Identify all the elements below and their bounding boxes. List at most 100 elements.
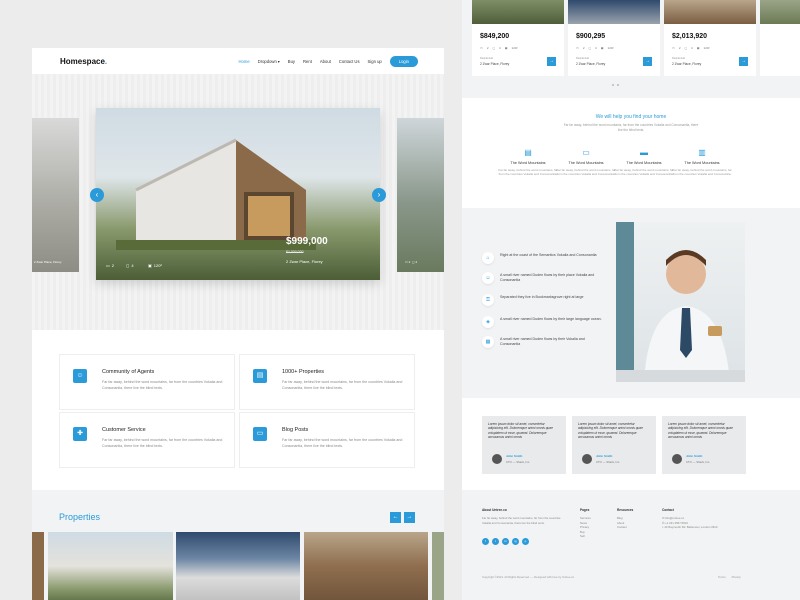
nav-buy[interactable]: Buy [288,59,295,64]
listing-card[interactable]: $900,295 ▭ 2 ◻ 4 ▣ 120² Residential 2 Zwar Pl… [568,0,660,76]
footer-contact-title: Contact [662,508,674,512]
agent-feature: ☺ A small river named Duden flows by the… [482,272,602,284]
footer-about-title: About Untree.co [482,508,507,512]
twitter-icon[interactable]: t [492,538,499,545]
featured-baths: ◻ 4 [126,263,134,268]
listing-card-partial[interactable] [760,0,800,76]
carousel-dot[interactable] [617,84,619,86]
nav-about[interactable]: About [320,59,331,64]
copyright-text: Copyright ©2021. All Rights Reserved. — … [482,575,575,579]
contact-phone: +1 231 4567 8919 [665,520,688,525]
login-button[interactable]: Login [389,55,418,67]
nav-dropdown[interactable]: Dropdown▾ [258,59,280,64]
service-title: 1000+ Properties [282,369,325,375]
listing-address: 2 Zwar Place, Florey [576,62,606,66]
service-title: Customer Service [102,427,146,433]
help-feature: ▭ The Word Mountains Far far away, behin… [556,148,616,176]
service-card: ▤ 1000+ Properties Far far away, behind … [239,354,415,410]
help-section: We will help you find your home Far far … [462,98,800,208]
property-thumb[interactable] [432,532,444,600]
footer-contact-address: ⌖ 43 Raymouth Rd. Baltemoer, London 3910 [662,525,742,530]
terms-link[interactable]: Terms [718,575,726,579]
service-text: Far far away, behind the word mountains,… [102,438,223,448]
slide-next[interactable]: ▭ 2 ◻ 4 [397,118,444,272]
listing-features: ▭ 2 ◻ 4 ▣ 120² [480,46,518,50]
baths-value: 4 [691,46,693,50]
nav-rent[interactable]: Rent [303,59,312,64]
area-icon: ▣ [504,46,508,50]
agent-feature-text: Separated they live in Bookmarksgrove ri… [500,295,584,299]
instagram-icon[interactable]: ig [512,538,519,545]
listing-image [664,0,756,24]
testimonial-quote: Lorem ipsum dolor sit amet, consectetur … [578,422,643,440]
help-feature-title: The Word Mountains [626,161,662,165]
property-thumb[interactable] [48,532,173,600]
featured-area: ▣ 120² [148,263,162,268]
arrow-right-icon[interactable]: → [547,57,556,66]
key-icon: ⚿ [482,294,494,306]
arrow-right-icon[interactable]: → [404,512,415,523]
footer-pages-title: Pages [580,508,590,512]
chevron-left-icon[interactable]: ‹ [90,188,104,202]
testimonial-card: Lorem ipsum dolor sit amet, consectetur … [482,416,566,474]
nav-home[interactable]: Home [239,59,250,64]
bath-icon: ◻ [126,263,130,268]
footer-contact-list: ✉ info@untree.co ✆ +1 231 4567 8919 ⌖ 43… [662,516,742,530]
listing-card[interactable]: $2,013,920 ▭ 2 ◻ 4 ▣ 120² Residential 2 Zwar … [664,0,756,76]
help-feature-title: The Word Mountains [684,161,720,165]
arrow-right-icon[interactable]: → [643,57,652,66]
agent-section: ⌂ Right at the coast of the Semantics Vo… [462,208,800,398]
footer-link[interactable]: Contact [617,525,627,530]
agent-feature-text: A small river named Duden flows by their… [500,337,585,346]
featured-property-card[interactable]: $999,000 $1,000,000 2 Zwar Place, Florey… [96,108,380,280]
help-feature-text: Far far away, behind the word mountains,… [672,168,732,176]
nav-contact[interactable]: Contact Us [339,59,360,64]
nav-dropdown-label: Dropdown [257,58,277,64]
featured-price: $999,000 [286,236,328,247]
baths-value: 4 [499,46,501,50]
listing-card[interactable]: $849,200 ▭ 2 ◻ 4 ▣ 120² Residential 2 Zwar Pl… [472,0,564,76]
linkedin-icon[interactable]: in [502,538,509,545]
baths-value: 4 [131,263,134,268]
nav-signup[interactable]: Sign up [368,59,382,64]
chevron-right-icon[interactable]: › [372,188,386,202]
bed-icon: ▭ [672,46,675,50]
footer-link[interactable]: Sell [580,534,591,539]
footer-link[interactable]: Services [580,516,591,521]
area-value: 120² [153,263,162,268]
property-thumb[interactable] [304,532,428,600]
site-logo[interactable]: Homespace. [60,57,107,66]
footer-resources-title: Resources [617,508,634,512]
social-links: f t in ig p [482,538,529,545]
property-thumb[interactable] [32,532,44,600]
bath-icon: ◻ [588,46,592,50]
listing-address: 2 Zwar Place, Florey [480,62,510,66]
privacy-link[interactable]: Privacy [732,575,741,579]
testimonial-name: John Smith [506,454,523,458]
testimonial-card: Lorem ipsum dolor sit amet, consectetur … [662,416,746,474]
bath-icon: ◻ [684,46,688,50]
facebook-icon[interactable]: f [482,538,489,545]
beds-value: 2 [486,46,489,50]
listing-price: $2,013,920 [672,33,708,40]
arrow-left-icon[interactable]: ← [390,512,401,523]
listing-image [760,0,800,24]
listing-type: Residential [576,57,589,60]
listings-carousel: $849,200 ▭ 2 ◻ 4 ▣ 120² Residential 2 Zwar Pl… [462,0,800,98]
help-subtitle: Far far away, behind the word mountains,… [563,123,699,132]
slide-previous[interactable]: 2 Zwar Place, Florey [32,118,79,272]
testimonials-section: Lorem ipsum dolor sit amet, consectetur … [462,398,800,490]
property-thumb[interactable] [176,532,300,600]
pinterest-icon[interactable]: p [522,538,529,545]
service-text: Far far away, behind the word mountains,… [282,438,403,448]
arrow-right-icon[interactable]: → [739,57,748,66]
service-title: Blog Posts [282,427,309,433]
featured-beds: ▭ 2 [106,263,114,268]
top-navigation: Homespace. Home Dropdown▾ Buy Rent About… [32,48,444,74]
area-value: 120² [703,46,710,50]
testimonial-name: John Smith [596,454,613,458]
help-feature-title: The Word Mountains [510,161,546,165]
help-feature-title: The Word Mountains [568,161,604,165]
testimonial-quote: Lorem ipsum dolor sit amet, consectetur … [668,422,733,440]
carousel-dot[interactable] [612,84,614,86]
